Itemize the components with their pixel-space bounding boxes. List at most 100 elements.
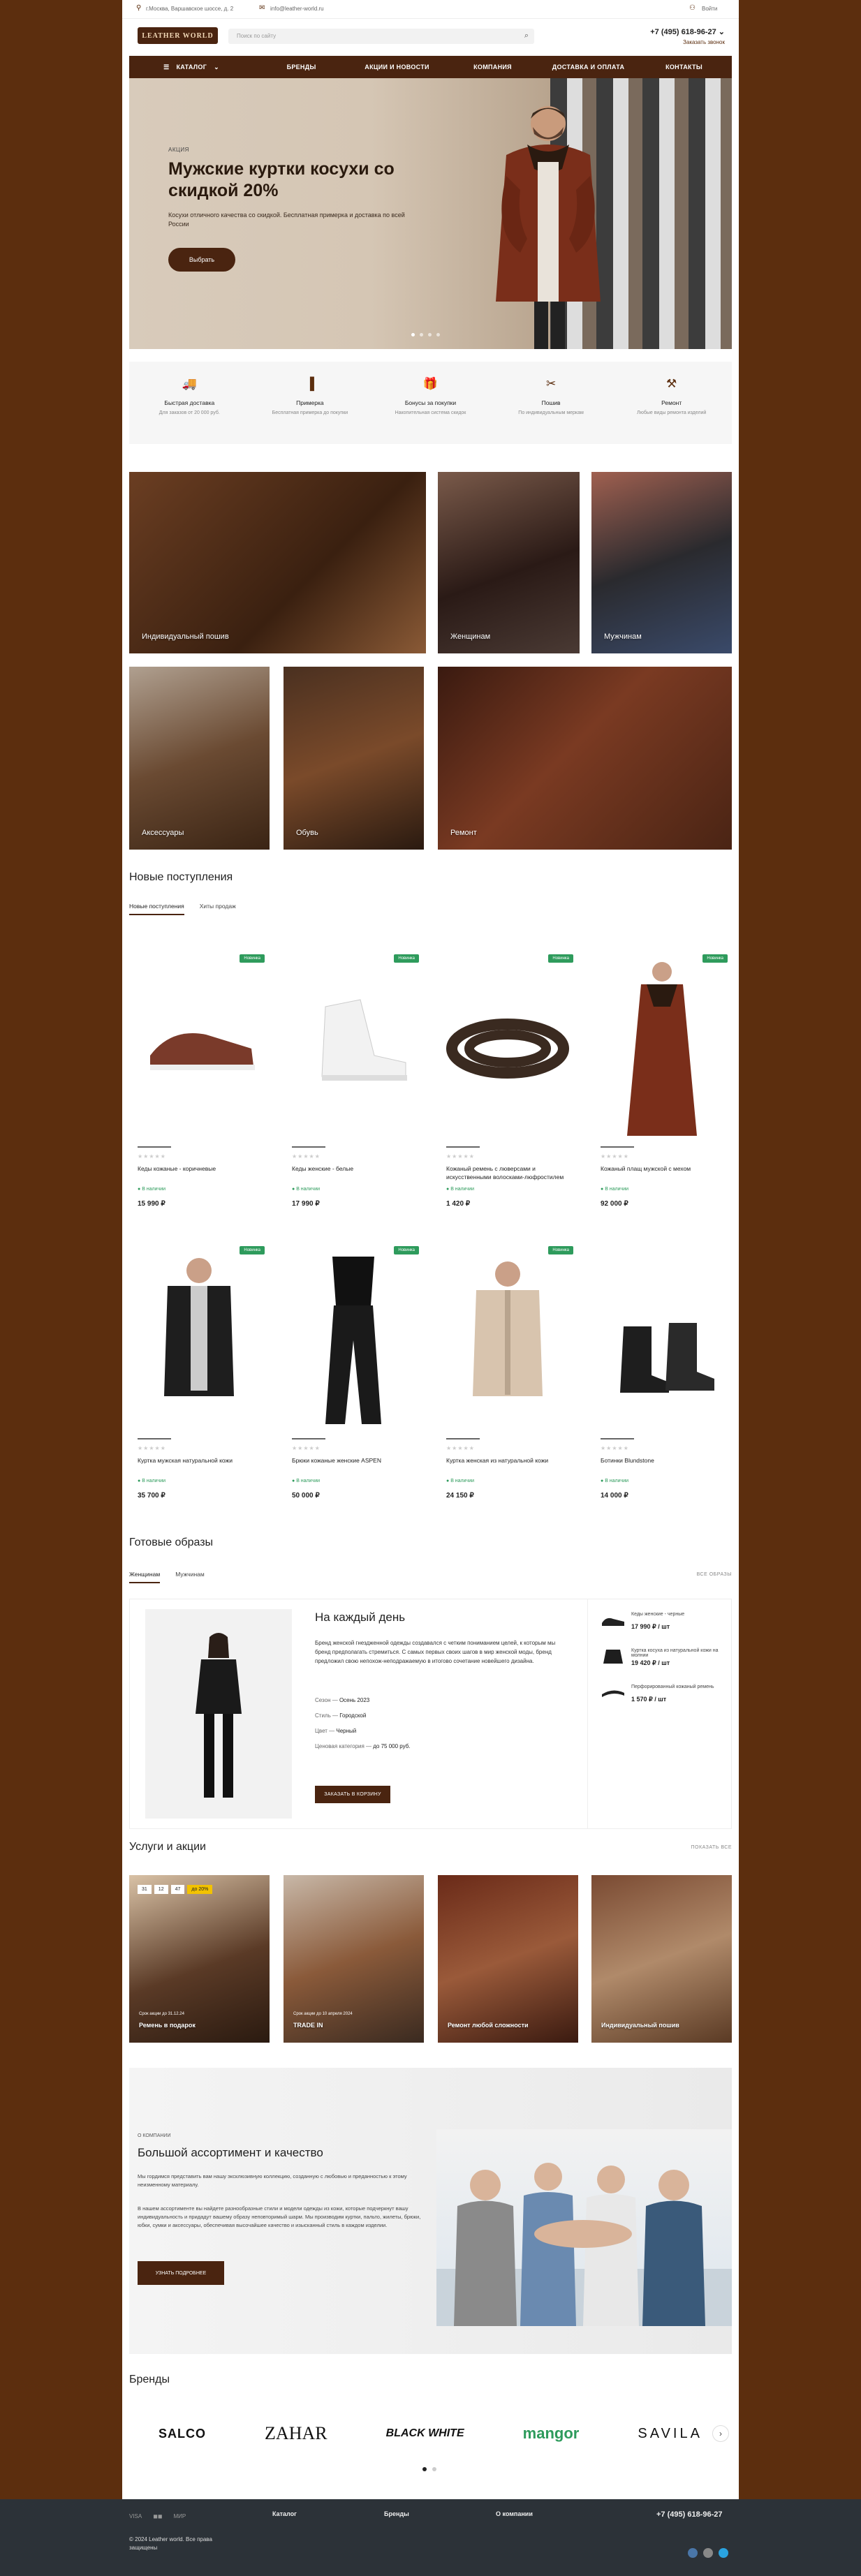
- product-card[interactable]: Новинка ★★★★★ Куртка женская из натурально…: [438, 1243, 577, 1529]
- nav-label: КАТАЛОГ: [176, 64, 207, 71]
- add-look-to-cart-button[interactable]: ЗАКАЗАТЬ В КОРЗИНУ: [315, 1786, 390, 1803]
- carousel-dot[interactable]: [432, 2467, 436, 2471]
- product-name[interactable]: Кожаный ремень с люверсами и искусственн…: [446, 1164, 572, 1181]
- feature-title: Быстрая доставка: [164, 399, 215, 406]
- brand-logo[interactable]: SAVILA: [638, 2426, 702, 2442]
- color-swatch[interactable]: [446, 1146, 480, 1148]
- category-tile-tailoring[interactable]: Индивидуальный пошив: [129, 472, 426, 653]
- product-name[interactable]: Брюки кожаные женские ASPEN: [292, 1456, 418, 1465]
- nav-item-contacts[interactable]: КОНТАКТЫ: [636, 64, 732, 71]
- category-tile-accessories[interactable]: Аксессуары: [129, 667, 270, 850]
- logo[interactable]: LEATHER WORLD: [138, 27, 218, 44]
- product-card[interactable]: Новинка ★★★★★ Кожаный ремень с люверсами и…: [438, 951, 577, 1237]
- product-image[interactable]: [284, 1243, 423, 1431]
- carousel-dot[interactable]: [428, 333, 432, 336]
- product-name[interactable]: Кеды кожаные - коричневые: [138, 1164, 263, 1173]
- product-image[interactable]: [129, 951, 269, 1139]
- stock-status: ● В наличии: [292, 1187, 321, 1192]
- category-tile-shoes[interactable]: Обувь: [284, 667, 424, 850]
- look-item-name: Куртка косуха из натуральной кожи на мол…: [631, 1648, 719, 1658]
- service-card-tailoring[interactable]: Индивидуальный пошив: [591, 1875, 732, 2043]
- brand-logo[interactable]: SALCO: [159, 2427, 206, 2441]
- product-name[interactable]: Куртка мужская натуральной кожи: [138, 1456, 263, 1465]
- login-link[interactable]: Войти: [702, 6, 717, 12]
- all-looks-link[interactable]: ВСЕ ОБРАЗЫ: [697, 1572, 732, 1577]
- tab-new[interactable]: Новые поступления: [129, 903, 184, 915]
- product-name[interactable]: Кеды женские - белые: [292, 1164, 418, 1173]
- phone-number[interactable]: +7 (495) 618-96-27 ⌄: [650, 27, 725, 36]
- footer-phone[interactable]: +7 (495) 618-96-27: [656, 2510, 722, 2519]
- product-image[interactable]: [284, 951, 423, 1139]
- product-image[interactable]: [592, 1243, 732, 1431]
- product-image[interactable]: [592, 951, 732, 1139]
- copyright: © 2024 Leather world. Все права защищены: [129, 2536, 212, 2551]
- nav-item-catalog[interactable]: ☰ КАТАЛОГ ⌄: [129, 64, 253, 71]
- about-title: Большой ассортимент и качество: [138, 2146, 323, 2159]
- color-swatch[interactable]: [292, 1146, 325, 1148]
- color-swatch[interactable]: [446, 1438, 480, 1439]
- product-image[interactable]: [438, 951, 577, 1139]
- about-more-button[interactable]: УЗНАТЬ ПОДРОБНЕЕ: [138, 2261, 224, 2285]
- brand-logo[interactable]: ZAHAR: [265, 2423, 328, 2444]
- carousel-dot[interactable]: [411, 333, 415, 336]
- search-input[interactable]: Поиск по сайту ⌕: [228, 29, 534, 44]
- hero-title: Мужские куртки косухи со скидкой 20%: [168, 159, 395, 200]
- color-swatch[interactable]: [601, 1438, 634, 1439]
- category-tile-men[interactable]: Мужчинам: [591, 472, 732, 653]
- vk-icon[interactable]: [688, 2548, 698, 2558]
- nav-item-brands[interactable]: БРЕНДЫ: [253, 64, 349, 71]
- nav-item-company[interactable]: КОМПАНИЯ: [445, 64, 540, 71]
- product-image[interactable]: [438, 1243, 577, 1431]
- hero-subtitle: Косухи отличного качества со скидкой. Бе…: [168, 212, 405, 228]
- service-title: Индивидуальный пошив: [601, 2022, 679, 2029]
- product-card[interactable]: Новинка ★★★★★ Кожаный плащ мужской с мехом…: [592, 951, 732, 1237]
- tab-hits[interactable]: Хиты продаж: [200, 903, 236, 915]
- service-card-repair[interactable]: Ремонт любой сложности: [438, 1875, 578, 2043]
- product-name[interactable]: Куртка женская из натуральной кожи: [446, 1456, 572, 1465]
- all-services-link[interactable]: ПОКАЗАТЬ ВСЕ: [691, 1845, 732, 1850]
- brands-carousel: SALCO ZAHAR BLACK WHITE mangor SAVILA: [129, 2411, 732, 2456]
- callback-link[interactable]: Заказать звонок: [650, 39, 725, 45]
- search-icon[interactable]: ⌕: [524, 31, 529, 40]
- service-card-belt-gift[interactable]: 31 12 47 до 20% Срок акции до 31.12.24 Р…: [129, 1875, 270, 2043]
- stock-status: ● В наличии: [138, 1187, 166, 1192]
- category-label: Женщинам: [450, 632, 491, 641]
- product-card[interactable]: Новинка ★★★★★ Брюки кожаные женские ASPEN ●…: [284, 1243, 423, 1529]
- email-link[interactable]: info@leather-world.ru: [270, 6, 324, 12]
- category-tile-women[interactable]: Женщинам: [438, 472, 580, 653]
- new-badge: Новинка: [394, 954, 419, 963]
- nav-item-delivery[interactable]: ДОСТАВКА И ОПЛАТА: [540, 64, 636, 71]
- footer-link-company[interactable]: О компании: [496, 2510, 533, 2517]
- product-name[interactable]: Кожаный плащ мужской с мехом: [601, 1164, 726, 1173]
- carousel-dot[interactable]: [422, 2467, 427, 2471]
- category-tile-repair[interactable]: Ремонт: [438, 667, 732, 850]
- carousel-dot[interactable]: [420, 333, 423, 336]
- new-badge: Новинка: [240, 954, 265, 963]
- nav-item-promo[interactable]: АКЦИИ И НОВОСТИ: [349, 64, 445, 71]
- product-card[interactable]: Новинка ★★★★★ Кеды женские - белые ● В нали…: [284, 951, 423, 1237]
- brand-logo[interactable]: BLACK WHITE: [386, 2427, 464, 2440]
- service-card-trade-in[interactable]: Срок акции до 10 апреля 2024 TRADE IN: [284, 1875, 424, 2043]
- product-card[interactable]: Новинка ★★★★★ Куртка мужская натуральной к…: [129, 1243, 269, 1529]
- product-image[interactable]: [129, 1243, 269, 1431]
- brand-logo[interactable]: mangor: [523, 2425, 580, 2443]
- main-nav: ☰ КАТАЛОГ ⌄ БРЕНДЫ АКЦИИ И НОВОСТИ КОМПА…: [129, 56, 732, 78]
- menu-icon: ☰: [163, 63, 170, 71]
- tab-men[interactable]: Мужчинам: [175, 1571, 205, 1583]
- color-swatch[interactable]: [138, 1146, 171, 1148]
- social-icon[interactable]: [703, 2548, 713, 2558]
- footer-link-catalog[interactable]: Каталог: [272, 2510, 297, 2517]
- color-swatch[interactable]: [138, 1438, 171, 1439]
- chevron-right-icon[interactable]: ›: [712, 2425, 729, 2442]
- sneaker-thumb: [602, 1618, 624, 1626]
- product-card[interactable]: ★★★★★ Ботинки Blundstone ● В наличии 14 000…: [592, 1243, 732, 1529]
- hero-cta-button[interactable]: Выбрать: [168, 248, 235, 272]
- product-name[interactable]: Ботинки Blundstone: [601, 1456, 726, 1465]
- color-swatch[interactable]: [601, 1146, 634, 1148]
- color-swatch[interactable]: [292, 1438, 325, 1439]
- footer-link-brands[interactable]: Бренды: [384, 2510, 409, 2517]
- product-card[interactable]: Новинка ★★★★★ Кеды кожаные - коричневые ● В…: [129, 951, 269, 1237]
- carousel-dot[interactable]: [436, 333, 440, 336]
- telegram-icon[interactable]: [719, 2548, 728, 2558]
- tab-women[interactable]: Женщинам: [129, 1571, 161, 1583]
